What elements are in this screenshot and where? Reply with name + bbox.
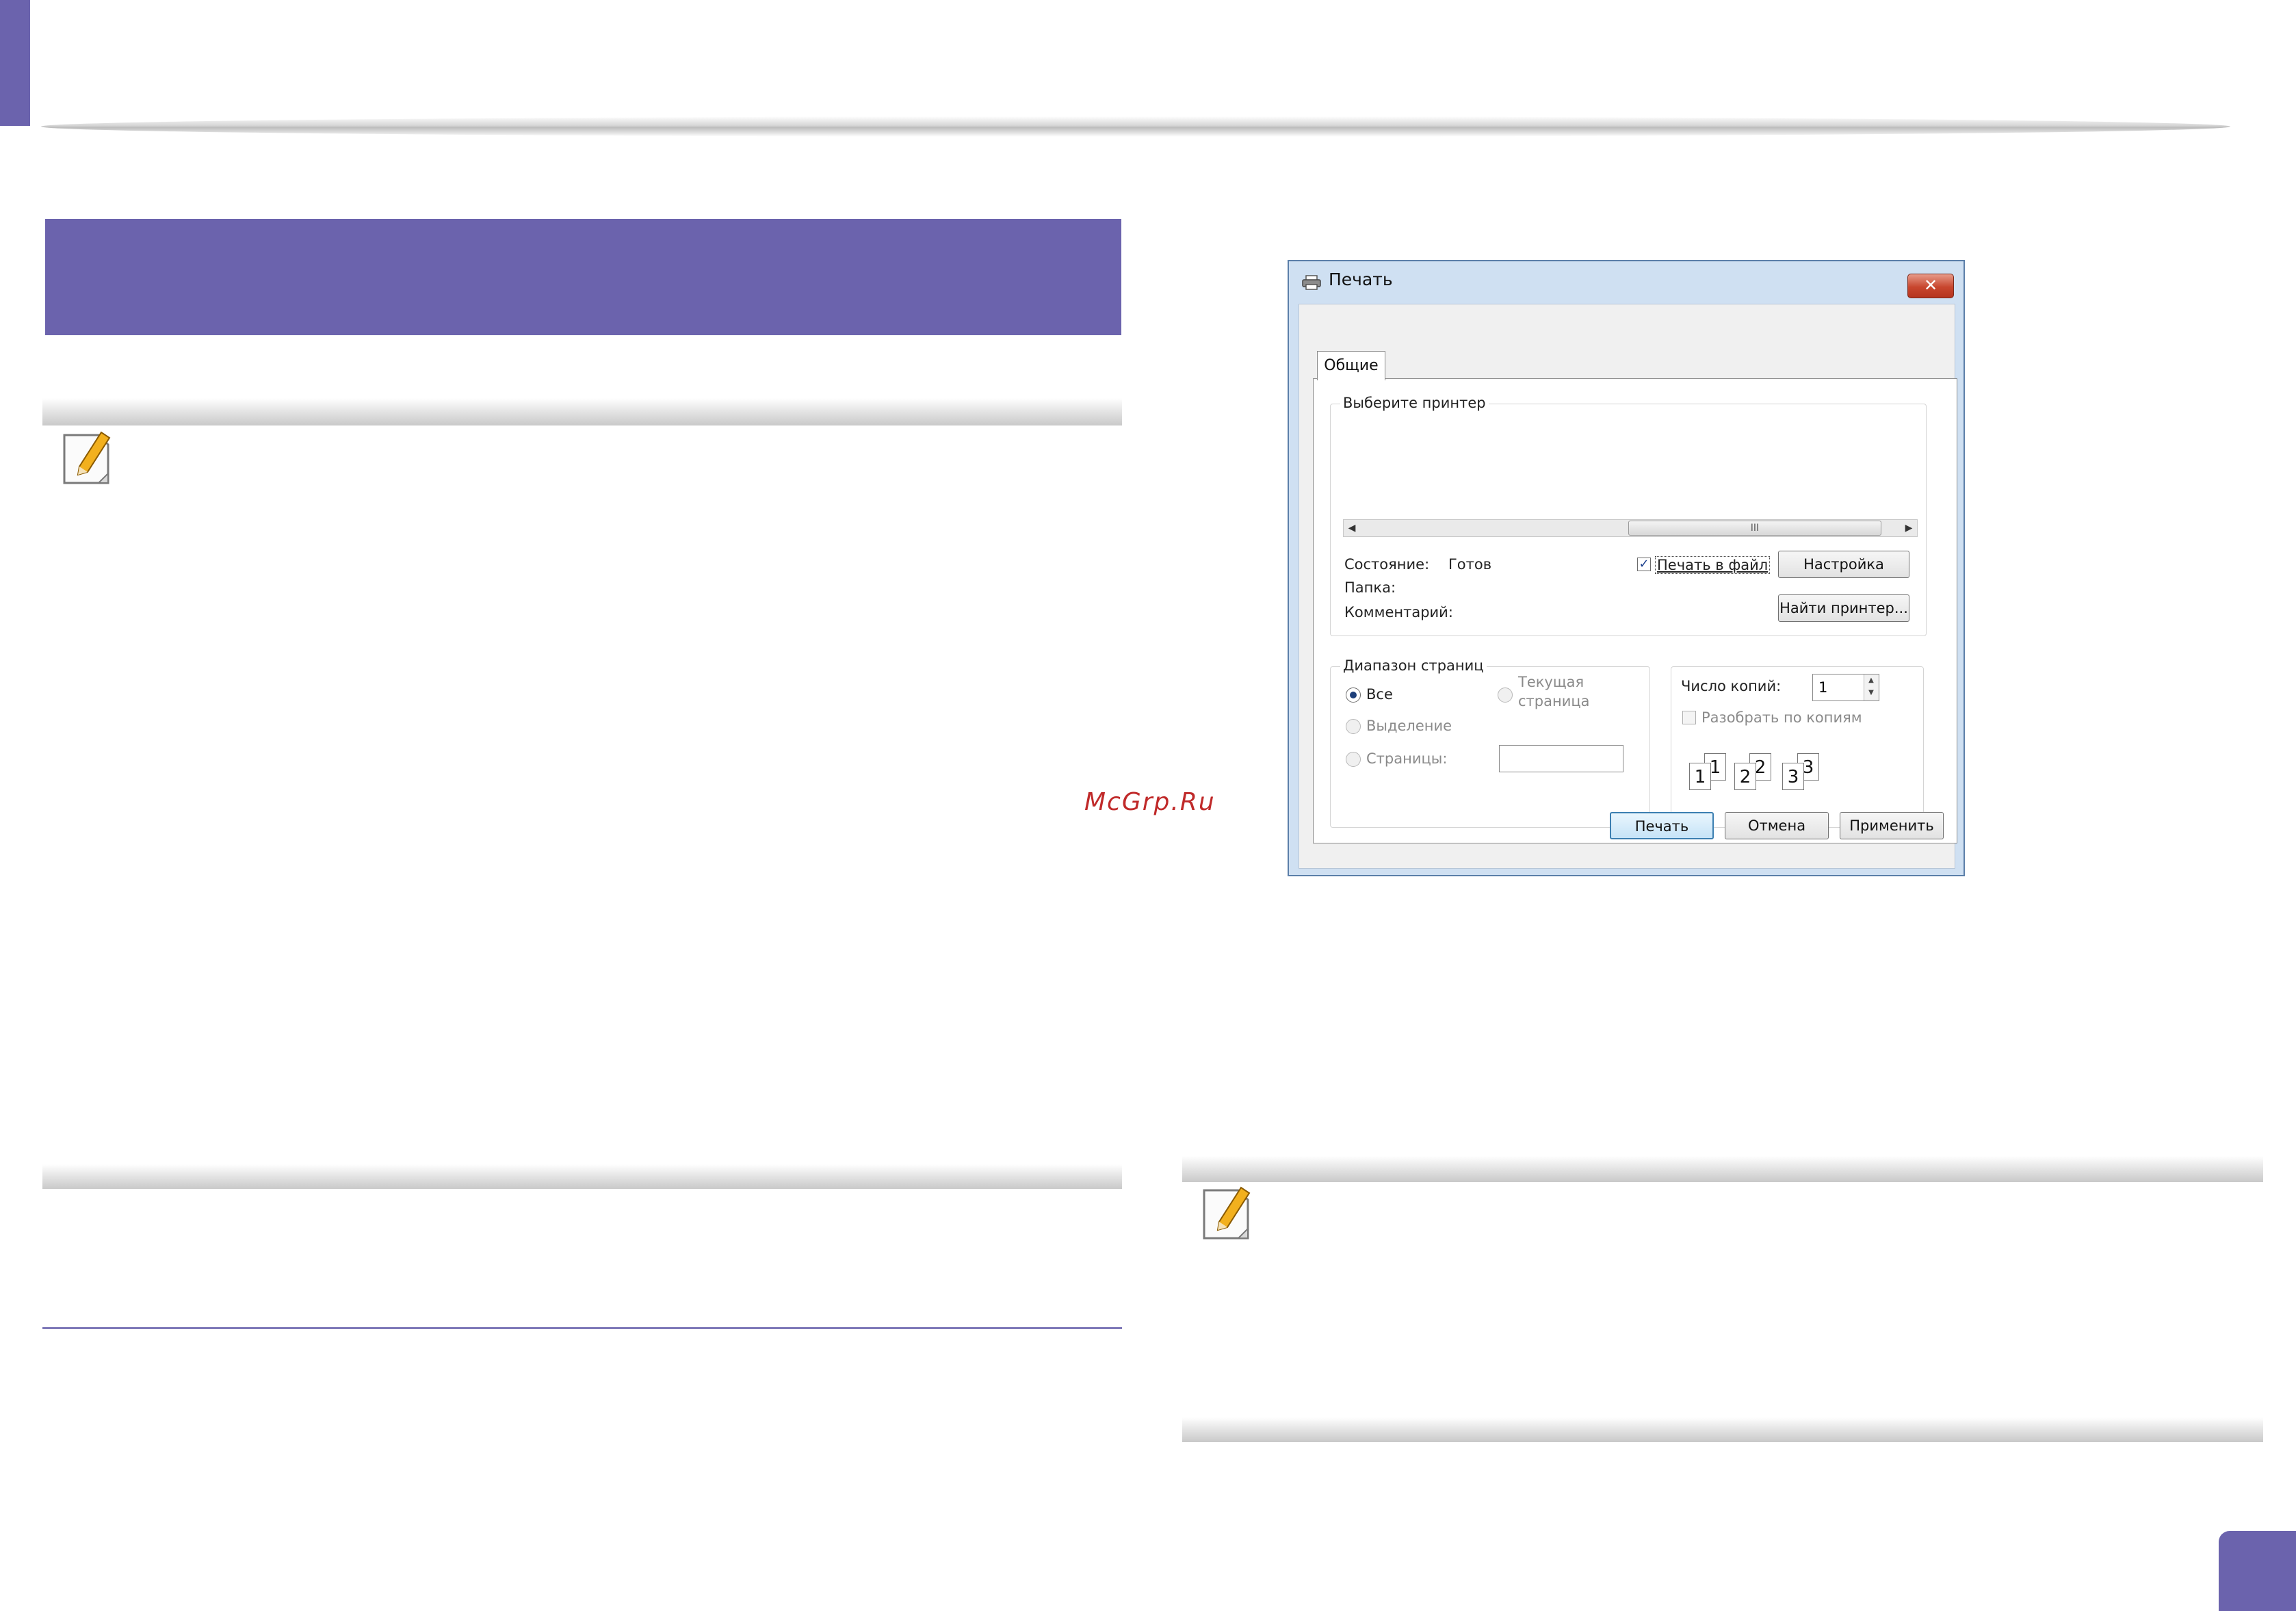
printer-group-legend: Выберите принтер: [1340, 395, 1489, 411]
print-button[interactable]: Печать: [1610, 812, 1714, 839]
page-range-group: Диапазон страниц Все Выделение Текущая с…: [1330, 657, 1650, 828]
printer-group: Выберите принтер ◀ III ▶ Состояние: Гото…: [1330, 395, 1927, 636]
radio-all-label[interactable]: Все: [1366, 686, 1393, 703]
print-to-file-label[interactable]: Печать в файл: [1655, 556, 1771, 574]
radio-pages-label: Страницы:: [1366, 750, 1448, 767]
apply-button[interactable]: Применить: [1840, 812, 1944, 839]
folder-label: Папка:: [1344, 579, 1396, 596]
dialog-title: Печать: [1329, 270, 1393, 289]
radio-current-page-label-2: страница: [1518, 693, 1590, 709]
radio-pages[interactable]: [1346, 752, 1361, 767]
settings-button[interactable]: Настройка: [1778, 551, 1909, 578]
note-pencil-icon: [1203, 1186, 1251, 1240]
page-thumb: 1: [1689, 763, 1711, 790]
radio-current-page-label-1: Текущая: [1518, 674, 1584, 690]
radio-selection[interactable]: [1346, 719, 1361, 734]
note-bar-right-top: [1182, 1156, 2263, 1182]
tab-general[interactable]: Общие: [1317, 351, 1385, 380]
printer-list-scrollbar[interactable]: ◀ III ▶: [1343, 519, 1918, 537]
status-label: Состояние:: [1344, 556, 1430, 573]
print-to-file-checkbox[interactable]: ✓: [1637, 558, 1651, 571]
comment-label: Комментарий:: [1344, 604, 1453, 620]
scroll-right-icon[interactable]: ▶: [1901, 520, 1917, 536]
collate-checkbox[interactable]: [1682, 711, 1696, 724]
print-dialog: Печать ✕ Общие Выберите принтер ◀ III ▶ …: [1288, 260, 1965, 876]
spin-up-icon[interactable]: ▲: [1864, 674, 1878, 687]
scroll-thumb[interactable]: III: [1628, 521, 1881, 536]
note-bar-top: [42, 398, 1122, 425]
dialog-body: Общие Выберите принтер ◀ III ▶ Состояние…: [1299, 304, 1957, 869]
find-printer-button[interactable]: Найти принтер...: [1778, 594, 1909, 622]
page-range-legend: Диапазон страниц: [1340, 657, 1487, 674]
note-pencil-icon: [63, 431, 111, 484]
note-bar-bottom: [42, 1164, 1122, 1189]
radio-selection-label: Выделение: [1366, 718, 1452, 734]
tab-panel-general: Выберите принтер ◀ III ▶ Состояние: Гото…: [1313, 378, 1957, 843]
status-value: Готов: [1448, 556, 1492, 573]
spin-down-icon[interactable]: ▼: [1864, 687, 1878, 699]
close-icon[interactable]: ✕: [1907, 274, 1954, 298]
header-divider: [41, 116, 2230, 137]
radio-all[interactable]: [1346, 687, 1361, 703]
copies-spinner[interactable]: ▲ ▼: [1864, 674, 1879, 700]
section-divider: [42, 1327, 1122, 1329]
collate-label: Разобрать по копиям: [1701, 709, 1862, 726]
copies-input[interactable]: 1 ▲ ▼: [1812, 674, 1879, 701]
scroll-left-icon[interactable]: ◀: [1344, 520, 1360, 536]
radio-current-page[interactable]: [1498, 687, 1513, 703]
page-thumb: 2: [1734, 763, 1756, 790]
copies-value: 1: [1818, 679, 1828, 696]
left-edge-tab: [0, 0, 30, 126]
watermark: McGrp.Ru: [1084, 788, 1216, 816]
note-bar-right-bottom: [1182, 1417, 2263, 1442]
pages-input[interactable]: [1499, 745, 1623, 772]
copies-label: Число копий:: [1681, 678, 1782, 694]
page-thumb: 3: [1782, 763, 1804, 790]
section-title-band: [45, 219, 1121, 335]
page-number-badge: [2219, 1531, 2296, 1611]
copies-group: Число копий: 1 ▲ ▼ Разобрать по копиям 1…: [1671, 666, 1924, 828]
cancel-button[interactable]: Отмена: [1725, 812, 1829, 839]
printer-icon: [1302, 275, 1321, 290]
